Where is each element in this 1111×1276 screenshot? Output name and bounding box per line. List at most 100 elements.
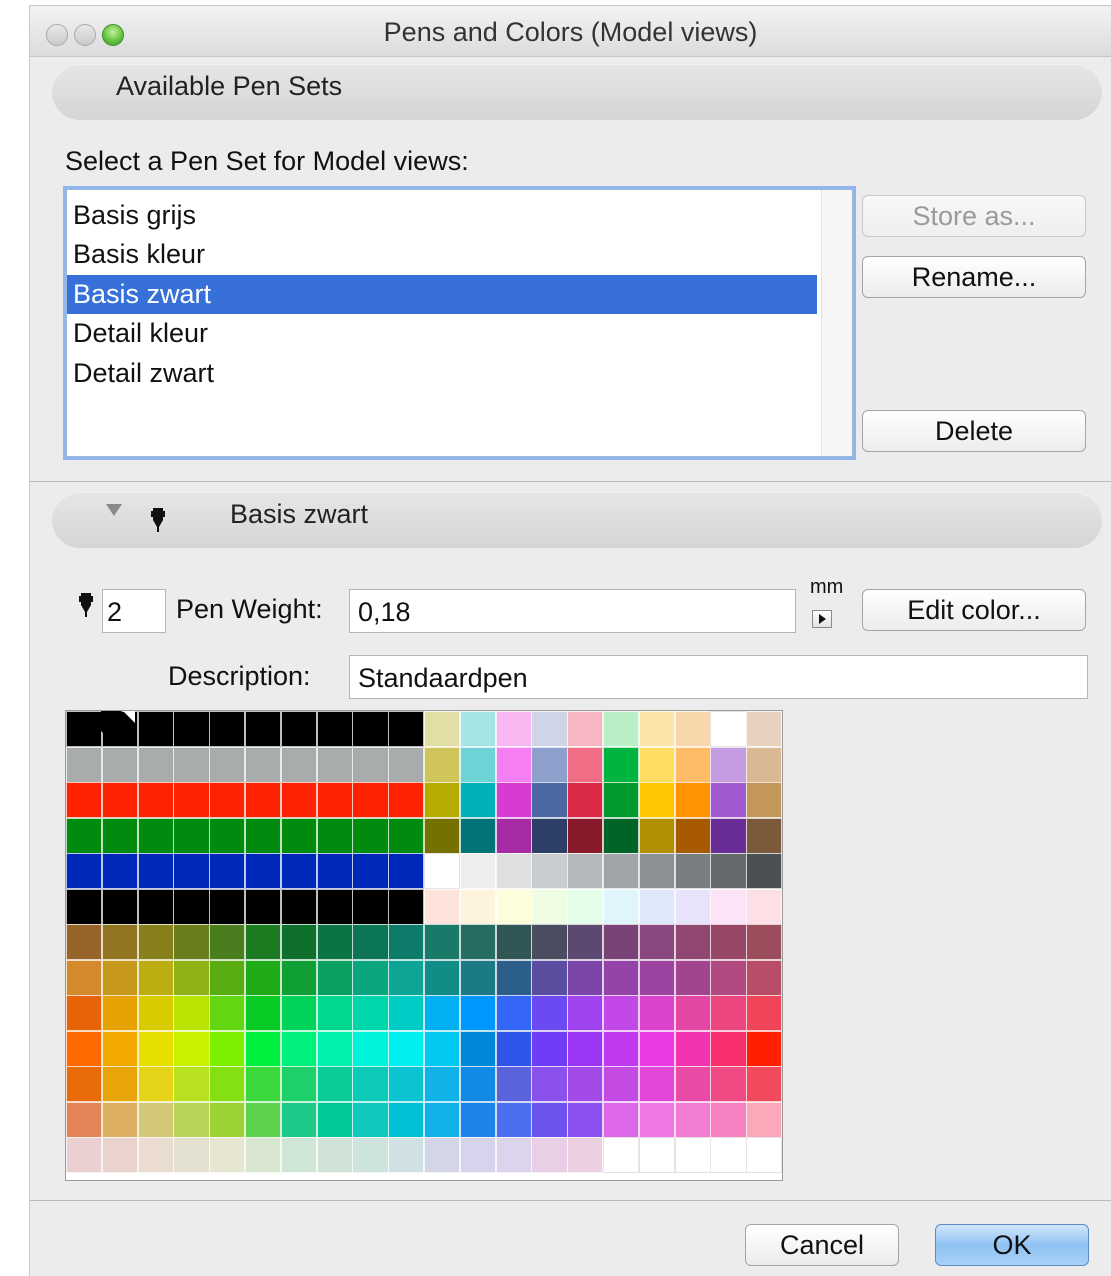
pen-color-cell[interactable] bbox=[101, 711, 139, 747]
pen-color-cell[interactable] bbox=[388, 1137, 425, 1173]
pen-color-cell[interactable] bbox=[567, 1066, 604, 1102]
cancel-button[interactable]: Cancel bbox=[745, 1224, 899, 1266]
pen-color-cell[interactable] bbox=[245, 924, 282, 960]
pen-color-cell[interactable] bbox=[173, 924, 210, 960]
pen-color-cell[interactable] bbox=[388, 817, 425, 854]
pen-color-cell[interactable] bbox=[638, 888, 676, 925]
pen-color-cell[interactable] bbox=[495, 782, 532, 818]
pen-color-cell[interactable] bbox=[495, 1066, 532, 1102]
pen-color-cell[interactable] bbox=[746, 959, 782, 996]
pen-color-cell[interactable] bbox=[710, 1101, 747, 1138]
pen-color-cell[interactable] bbox=[674, 1137, 711, 1173]
pen-color-cell[interactable] bbox=[245, 782, 282, 818]
pen-color-cell[interactable] bbox=[674, 1101, 711, 1138]
pen-color-cell[interactable] bbox=[424, 853, 461, 889]
pen-color-cell[interactable] bbox=[674, 711, 711, 747]
pen-number-field[interactable]: 2 bbox=[102, 589, 166, 633]
pen-color-cell[interactable] bbox=[388, 959, 425, 996]
pen-color-cell[interactable] bbox=[638, 959, 676, 996]
pen-color-cell[interactable] bbox=[424, 959, 461, 996]
pen-color-cell[interactable] bbox=[567, 888, 604, 925]
pen-color-cell[interactable] bbox=[66, 1137, 103, 1173]
pen-color-cell[interactable] bbox=[567, 924, 604, 960]
pen-color-cell[interactable] bbox=[674, 924, 711, 960]
pen-color-cell[interactable] bbox=[101, 959, 139, 996]
pen-color-cell[interactable] bbox=[603, 1066, 640, 1102]
pen-color-cell[interactable] bbox=[137, 995, 174, 1031]
pen-color-cell[interactable] bbox=[209, 782, 246, 818]
pen-color-cell[interactable] bbox=[173, 1066, 210, 1102]
pen-color-cell[interactable] bbox=[209, 711, 246, 747]
pen-color-cell[interactable] bbox=[710, 746, 747, 783]
pen-color-cell[interactable] bbox=[173, 853, 210, 889]
pen-color-cell[interactable] bbox=[567, 959, 604, 996]
pen-color-cell[interactable] bbox=[710, 1066, 747, 1102]
pen-color-cell[interactable] bbox=[245, 1030, 282, 1067]
pen-color-cell[interactable] bbox=[638, 924, 676, 960]
pen-color-cell[interactable] bbox=[352, 888, 389, 925]
pen-color-cell[interactable] bbox=[280, 1101, 318, 1138]
pen-color-cell[interactable] bbox=[495, 924, 532, 960]
pen-color-cell[interactable] bbox=[710, 782, 747, 818]
pen-color-cell[interactable] bbox=[388, 711, 425, 747]
pen-color-cell[interactable] bbox=[316, 782, 353, 818]
pen-color-cell[interactable] bbox=[137, 817, 174, 854]
pen-color-cell[interactable] bbox=[245, 711, 282, 747]
pen-color-cell[interactable] bbox=[352, 1101, 389, 1138]
pen-color-cell[interactable] bbox=[352, 995, 389, 1031]
pen-color-cell[interactable] bbox=[567, 853, 604, 889]
pen-color-cell[interactable] bbox=[316, 959, 353, 996]
pen-color-cell[interactable] bbox=[567, 817, 604, 854]
pen-color-cell[interactable] bbox=[531, 1066, 568, 1102]
pen-color-cell[interactable] bbox=[674, 853, 711, 889]
pen-color-cell[interactable] bbox=[66, 746, 103, 783]
pen-color-cell[interactable] bbox=[424, 746, 461, 783]
pen-color-cell[interactable] bbox=[638, 1066, 676, 1102]
pen-color-cell[interactable] bbox=[209, 995, 246, 1031]
pen-color-cell[interactable] bbox=[531, 1137, 568, 1173]
pen-color-cell[interactable] bbox=[316, 711, 353, 747]
pen-color-cell[interactable] bbox=[280, 817, 318, 854]
pen-color-cell[interactable] bbox=[746, 1030, 782, 1067]
pen-weight-field[interactable]: 0,18 bbox=[349, 589, 796, 633]
pen-color-cell[interactable] bbox=[638, 853, 676, 889]
pen-set-list[interactable]: Basis grijs Basis kleur Basis zwart Deta… bbox=[66, 189, 853, 457]
pen-color-cell[interactable] bbox=[388, 746, 425, 783]
pen-color-cell[interactable] bbox=[638, 782, 676, 818]
pen-color-cell[interactable] bbox=[746, 888, 782, 925]
pen-color-cell[interactable] bbox=[603, 1030, 640, 1067]
pen-color-cell[interactable] bbox=[603, 746, 640, 783]
pen-color-cell[interactable] bbox=[245, 995, 282, 1031]
pen-color-cell[interactable] bbox=[245, 1066, 282, 1102]
pen-color-cell[interactable] bbox=[459, 711, 497, 747]
pen-color-cell[interactable] bbox=[710, 995, 747, 1031]
pen-color-cell[interactable] bbox=[424, 888, 461, 925]
pen-color-cell[interactable] bbox=[638, 995, 676, 1031]
pen-color-cell[interactable] bbox=[459, 1066, 497, 1102]
pen-color-cell[interactable] bbox=[209, 924, 246, 960]
pen-color-cell[interactable] bbox=[459, 1101, 497, 1138]
pen-color-cell[interactable] bbox=[280, 746, 318, 783]
pen-color-cell[interactable] bbox=[66, 1101, 103, 1138]
pen-color-cell[interactable] bbox=[209, 959, 246, 996]
pen-color-cell[interactable] bbox=[352, 1137, 389, 1173]
pen-color-cell[interactable] bbox=[638, 817, 676, 854]
pen-color-cell[interactable] bbox=[495, 995, 532, 1031]
pen-color-cell[interactable] bbox=[674, 1066, 711, 1102]
pen-color-cell[interactable] bbox=[495, 853, 532, 889]
pen-color-cell[interactable] bbox=[66, 711, 103, 747]
pen-color-cell[interactable] bbox=[137, 959, 174, 996]
pen-color-cell[interactable] bbox=[352, 746, 389, 783]
pen-color-cell[interactable] bbox=[495, 1101, 532, 1138]
pen-color-cell[interactable] bbox=[173, 888, 210, 925]
pen-color-cell[interactable] bbox=[66, 1066, 103, 1102]
pen-color-cell[interactable] bbox=[352, 959, 389, 996]
pen-color-cell[interactable] bbox=[424, 1066, 461, 1102]
pen-color-cell[interactable] bbox=[603, 1101, 640, 1138]
pen-color-cell[interactable] bbox=[424, 1137, 461, 1173]
pen-color-cell[interactable] bbox=[710, 711, 747, 747]
pen-color-cell[interactable] bbox=[173, 782, 210, 818]
pen-color-cell[interactable] bbox=[209, 853, 246, 889]
pen-color-cell[interactable] bbox=[603, 888, 640, 925]
pen-color-cell[interactable] bbox=[531, 1101, 568, 1138]
